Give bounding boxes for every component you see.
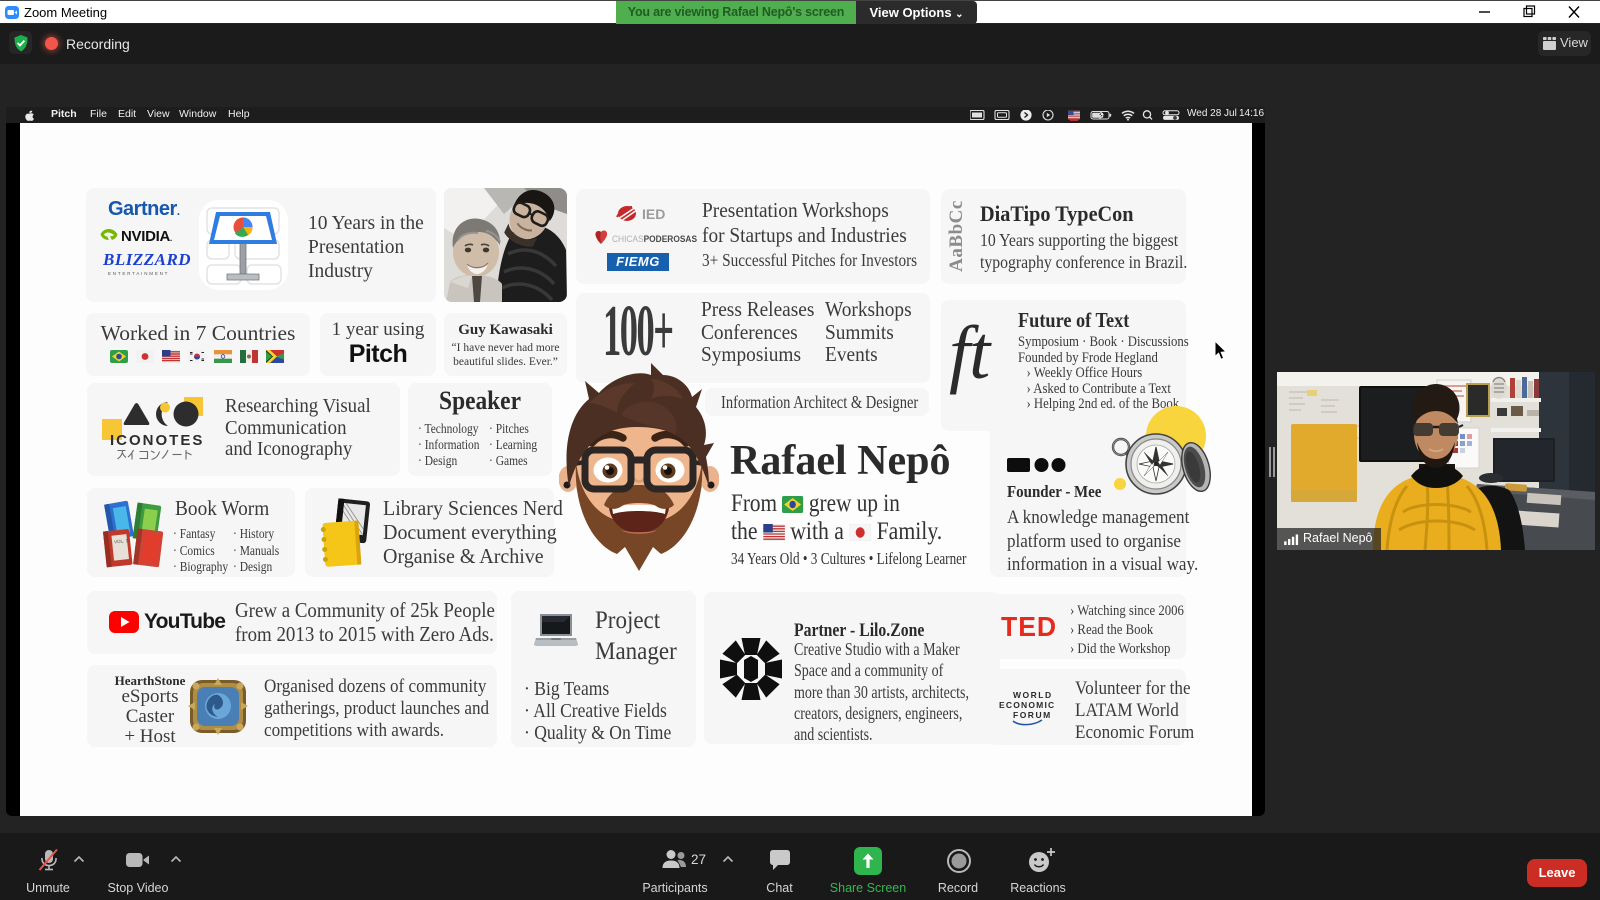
svg-text:ECONOMIC: ECONOMIC: [999, 700, 1055, 710]
svg-text:ICONOTES: ICONOTES: [110, 432, 204, 449]
svg-text:FORUM: FORUM: [1013, 710, 1052, 720]
svg-text:WORLD: WORLD: [1013, 690, 1053, 700]
